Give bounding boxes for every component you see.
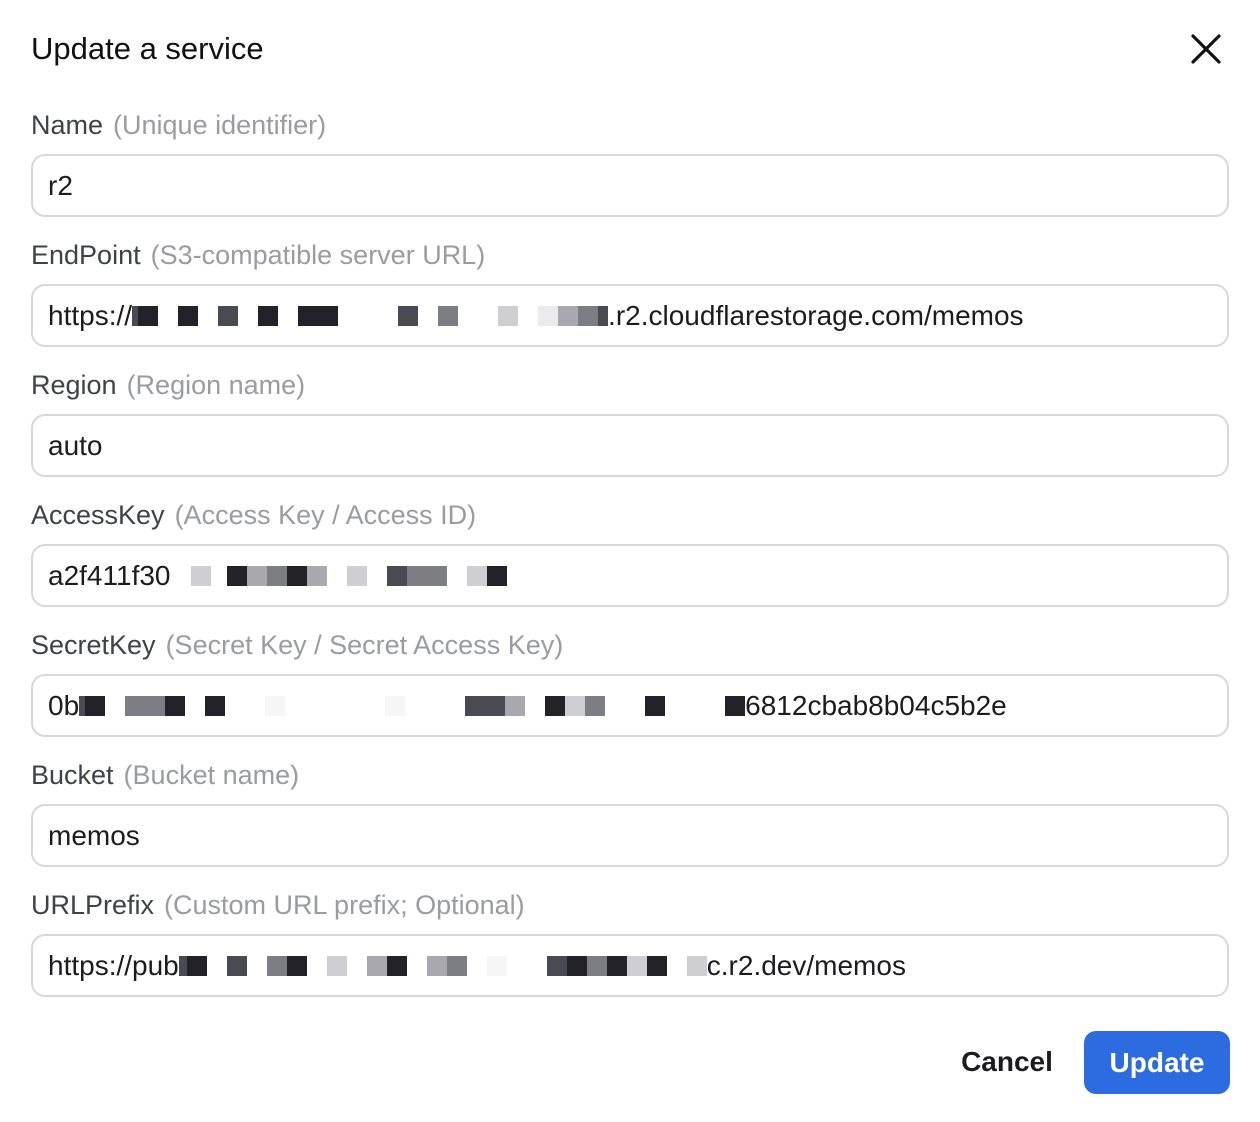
redacted-mosaic [171, 546, 507, 605]
secret-key-hint: (Secret Key / Secret Access Key) [165, 630, 564, 660]
redacted-mosaic [178, 936, 707, 995]
name-label-text: Name [31, 110, 104, 140]
secret-key-value-end: 6812cbab8b04c5b2e [745, 690, 1007, 721]
region-input-value: auto [48, 430, 103, 461]
endpoint-value-start: https:// [48, 300, 133, 331]
access-key-field[interactable]: a2f411f30 [31, 544, 1229, 607]
bucket-label: Bucket (Bucket name) [31, 758, 299, 792]
close-button[interactable] [1183, 26, 1229, 72]
dialog-title: Update a service [31, 31, 264, 66]
url-prefix-field[interactable]: https://pub c.r2.dev/memos [31, 934, 1229, 997]
secret-key-label-text: SecretKey [31, 630, 156, 660]
access-key-value-start: a2f411f30 [48, 560, 171, 591]
bucket-hint: (Bucket name) [123, 760, 300, 790]
bucket-label-text: Bucket [31, 760, 114, 790]
secret-key-label: SecretKey (Secret Key / Secret Access Key… [31, 628, 563, 662]
name-hint: (Unique identifier) [113, 110, 327, 140]
url-prefix-input: https://pub c.r2.dev/memos [48, 936, 906, 995]
access-key-hint: (Access Key / Access ID) [174, 500, 477, 530]
redacted-mosaic [79, 676, 746, 735]
close-icon [1191, 34, 1221, 64]
bucket-input-value: memos [48, 820, 140, 851]
secret-key-value-start: 0b [48, 690, 80, 721]
endpoint-value-end: .r2.cloudflarestorage.com/memos [608, 300, 1024, 331]
endpoint-field[interactable]: https:// .r2.cloudflarestorage.com/memos [31, 284, 1229, 347]
bucket-field[interactable]: memos [31, 804, 1229, 867]
region-field[interactable]: auto [31, 414, 1229, 477]
region-hint: (Region name) [126, 370, 306, 400]
cancel-button[interactable]: Cancel [942, 1031, 1072, 1093]
access-key-input: a2f411f30 [48, 546, 507, 605]
secret-key-field[interactable]: 0b 6812cbab8b04c5b2e [31, 674, 1229, 737]
url-prefix-value-end: c.r2.dev/memos [706, 950, 906, 981]
url-prefix-hint: (Custom URL prefix; Optional) [164, 890, 525, 920]
url-prefix-value-start: https://pub [48, 950, 179, 981]
redacted-mosaic [132, 286, 609, 345]
endpoint-label-text: EndPoint [31, 240, 141, 270]
name-field[interactable]: r2 [31, 154, 1229, 217]
name-input-value: r2 [48, 170, 73, 201]
update-service-dialog: Update a service Name (Unique identifier)… [0, 0, 1260, 1122]
url-prefix-label: URLPrefix (Custom URL prefix; Optional) [31, 888, 525, 922]
secret-key-input: 0b 6812cbab8b04c5b2e [48, 676, 1007, 735]
access-key-label: AccessKey (Access Key / Access ID) [31, 498, 476, 532]
access-key-label-text: AccessKey [31, 500, 165, 530]
endpoint-hint: (S3-compatible server URL) [150, 240, 486, 270]
endpoint-label: EndPoint (S3-compatible server URL) [31, 238, 485, 272]
update-button[interactable]: Update [1084, 1031, 1230, 1094]
url-prefix-label-text: URLPrefix [31, 890, 155, 920]
region-label-text: Region [31, 370, 117, 400]
name-label: Name (Unique identifier) [31, 108, 326, 142]
endpoint-input: https:// .r2.cloudflarestorage.com/memos [48, 286, 1024, 345]
region-label: Region (Region name) [31, 368, 305, 402]
